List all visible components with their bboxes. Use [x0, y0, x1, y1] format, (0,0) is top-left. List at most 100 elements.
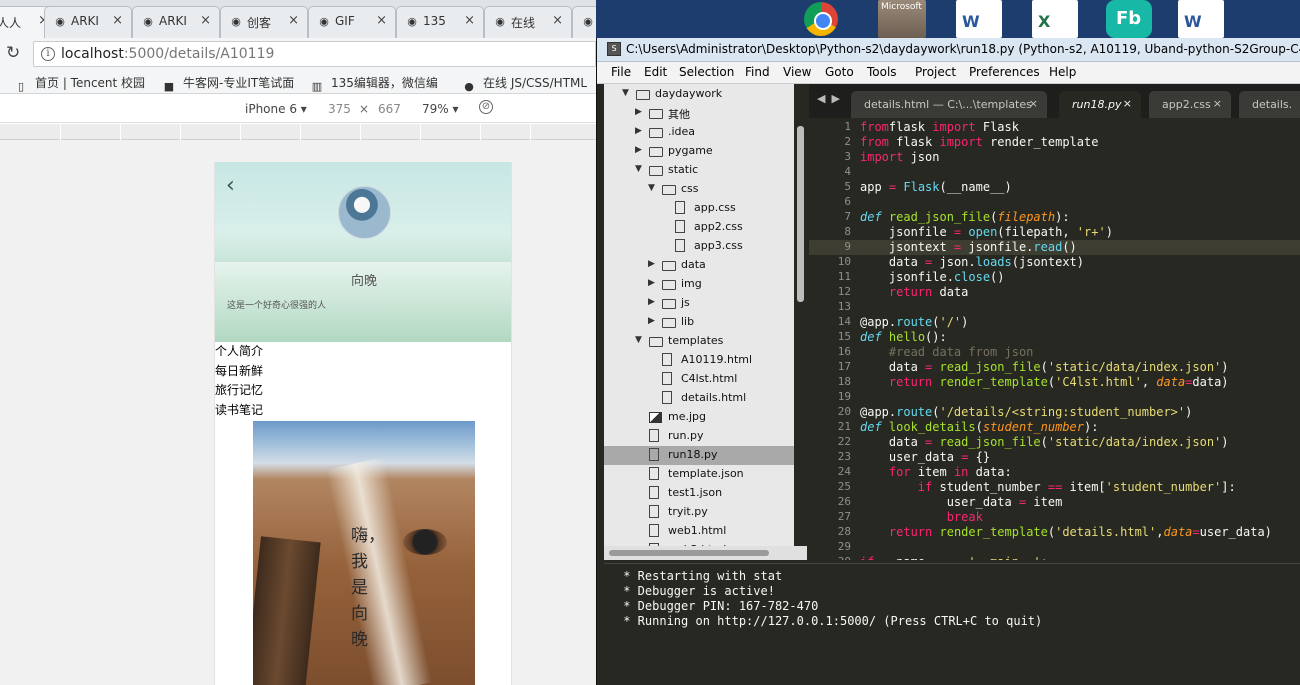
editor-tab[interactable]: details.html — C:\...\templates ×	[851, 91, 1047, 118]
tree-file[interactable]: app3.css	[604, 237, 794, 256]
menu-view[interactable]: View	[783, 65, 811, 79]
fb-icon[interactable]: Fb	[1106, 0, 1152, 38]
caret-right-icon[interactable]: ▶	[635, 126, 645, 136]
menu-tools[interactable]: Tools	[867, 65, 897, 79]
close-icon[interactable]: ×	[376, 13, 387, 28]
menu-goto[interactable]: Goto	[825, 65, 854, 79]
caret-right-icon[interactable]: ▶	[648, 259, 658, 269]
tree-file[interactable]: app.css	[604, 199, 794, 218]
sidebar-scrollbar[interactable]	[797, 126, 804, 302]
tree-folder[interactable]: ▼ daydaywork	[604, 85, 794, 104]
bookmark-item[interactable]: ▯ 首页 | Tencent 校园	[14, 74, 145, 94]
bookmark-item[interactable]: ■ 牛客网-专业IT笔试面	[162, 74, 294, 94]
nav-link-profile[interactable]: 个人简介	[215, 342, 263, 362]
word-icon[interactable]: W	[1178, 0, 1224, 38]
menu-find[interactable]: Find	[745, 65, 770, 79]
zoom-select[interactable]: 79% ▾	[422, 102, 459, 116]
nav-link-daily[interactable]: 每日新鲜	[215, 362, 263, 382]
menu-preferences[interactable]: Preferences	[969, 65, 1040, 79]
browser-tab[interactable]: ◉ ARKI ×	[132, 6, 220, 38]
tree-file[interactable]: app2.css	[604, 218, 794, 237]
browser-tab[interactable]: ◉ 在线 ×	[484, 6, 572, 38]
caret-down-icon[interactable]: ▼	[648, 183, 658, 193]
caret-right-icon[interactable]: ▶	[648, 316, 658, 326]
editor-tab[interactable]: app2.css ×	[1149, 91, 1231, 118]
close-icon[interactable]: ×	[1213, 97, 1222, 110]
excel-icon[interactable]: X	[1032, 0, 1078, 38]
close-icon[interactable]: ×	[1123, 97, 1132, 110]
tree-folder[interactable]: ▶ 其他	[604, 104, 794, 123]
editor-tab[interactable]: run18.py ×	[1059, 91, 1141, 118]
browser-tab[interactable]: ◉HTM×	[572, 6, 596, 38]
menu-selection[interactable]: Selection	[679, 65, 734, 79]
code-text: #read data from json	[860, 345, 1034, 359]
menu-file[interactable]: File	[611, 65, 631, 79]
tree-folder[interactable]: ▼ templates	[604, 332, 794, 351]
device-height[interactable]: 667	[378, 102, 401, 116]
tree-label: data	[681, 258, 706, 271]
tree-folder[interactable]: ▶ lib	[604, 313, 794, 332]
tree-folder[interactable]: ▼ static	[604, 161, 794, 180]
reload-icon[interactable]: ↻	[6, 43, 20, 63]
word-icon[interactable]: W	[956, 0, 1002, 38]
editor-tab[interactable]: details.	[1239, 91, 1300, 118]
tree-file[interactable]: details.html	[604, 389, 794, 408]
close-icon[interactable]: ×	[112, 13, 123, 28]
device-select[interactable]: iPhone 6 ▾	[245, 102, 307, 116]
tree-file[interactable]: C4lst.html	[604, 370, 794, 389]
rotate-icon[interactable]: ⊘	[479, 100, 493, 114]
device-name: iPhone 6	[245, 102, 297, 116]
close-icon[interactable]: ×	[464, 13, 475, 28]
menu-help[interactable]: Help	[1049, 65, 1076, 79]
tree-folder[interactable]: ▶ pygame	[604, 142, 794, 161]
nav-link-travel[interactable]: 旅行记忆	[215, 381, 263, 401]
tree-file[interactable]: run.py	[604, 427, 794, 446]
caret-down-icon[interactable]: ▼	[635, 335, 645, 345]
address-bar[interactable]: i localhost:5000/details/A10119	[33, 41, 596, 67]
close-icon[interactable]: ×	[200, 13, 211, 28]
menu-project[interactable]: Project	[915, 65, 956, 79]
tree-file[interactable]: tryit.py	[604, 503, 794, 522]
code-editor[interactable]: 1 fromflask import Flask 2 from flask impor…	[809, 118, 1300, 560]
tree-file[interactable]: A10119.html	[604, 351, 794, 370]
browser-tab[interactable]: ◉ 135 ×	[396, 6, 484, 38]
device-width[interactable]: 375	[328, 102, 351, 116]
tree-file[interactable]: template.json	[604, 465, 794, 484]
menu-edit[interactable]: Edit	[644, 65, 667, 79]
close-icon[interactable]: ×	[1029, 97, 1038, 110]
tree-folder[interactable]: ▶ img	[604, 275, 794, 294]
browser-tab[interactable]: ◉ GIF ×	[308, 6, 396, 38]
tree-label: js	[681, 296, 690, 309]
chevron-left-icon[interactable]: ‹	[226, 175, 235, 197]
tree-folder[interactable]: ▶ data	[604, 256, 794, 275]
microsoft-access-icon[interactable]: Microsoft	[878, 0, 926, 38]
tab-nav-arrows[interactable]: ◀▶	[817, 92, 846, 105]
caret-down-icon[interactable]: ▼	[622, 88, 632, 98]
tree-folder[interactable]: ▶ js	[604, 294, 794, 313]
tree-file[interactable]: me.jpg	[604, 408, 794, 427]
browser-tab[interactable]: ◉ ARKI ×	[44, 6, 132, 38]
caret-right-icon[interactable]: ▶	[648, 278, 658, 288]
sidebar-horizontal-scrollbar[interactable]	[609, 550, 769, 556]
media-query-ruler[interactable]	[0, 124, 596, 140]
caret-down-icon[interactable]: ▼	[635, 164, 645, 174]
caret-right-icon[interactable]: ▶	[648, 297, 658, 307]
bookmark-item[interactable]: ▥ 135编辑器，微信编	[310, 74, 438, 94]
tree-folder[interactable]: ▼ css	[604, 180, 794, 199]
folder-icon	[649, 128, 663, 138]
browser-tab[interactable]: ◉ 创客 ×	[220, 6, 308, 38]
bookmark-item[interactable]: ● 在线 JS/CSS/HTML	[462, 74, 587, 94]
chrome-icon[interactable]	[804, 2, 838, 36]
close-icon[interactable]: ×	[552, 13, 563, 28]
build-console[interactable]: * Restarting with stat * Debugger is act…	[604, 563, 1300, 685]
tree-folder[interactable]: ▶ .idea	[604, 123, 794, 142]
nav-link-reading[interactable]: 读书笔记	[215, 401, 263, 421]
tree-file[interactable]: web1.html	[604, 522, 794, 541]
caret-right-icon[interactable]: ▶	[635, 107, 645, 117]
horse-eye	[403, 529, 447, 555]
caret-right-icon[interactable]: ▶	[635, 145, 645, 155]
tree-file[interactable]: test1.json	[604, 484, 794, 503]
tree-file[interactable]: run18.py	[604, 446, 794, 465]
info-icon[interactable]: i	[41, 47, 55, 61]
close-icon[interactable]: ×	[288, 13, 299, 28]
